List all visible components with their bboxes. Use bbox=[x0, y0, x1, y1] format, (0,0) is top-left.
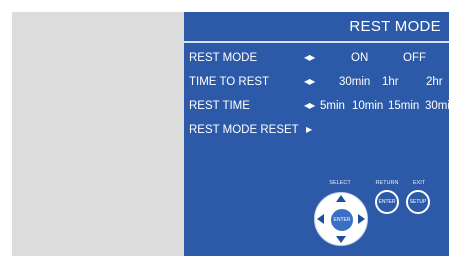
enter-button[interactable]: ENTER bbox=[330, 208, 354, 232]
return-caption: RETURN bbox=[375, 180, 399, 186]
option-30min[interactable]: 30min bbox=[339, 73, 370, 91]
option-30min[interactable]: 30mi bbox=[425, 97, 449, 115]
menu-row-rest-time[interactable]: REST TIME ◀▶ 5min 10min 15min 30mi bbox=[189, 97, 449, 115]
down-arrow-icon[interactable] bbox=[336, 236, 346, 243]
option-15min[interactable]: 15min bbox=[388, 97, 419, 115]
left-right-arrows-icon: ◀▶ bbox=[304, 53, 315, 62]
title-divider bbox=[184, 41, 449, 43]
select-caption: SELECT bbox=[329, 180, 351, 186]
option-5min[interactable]: 5min bbox=[320, 97, 345, 115]
exit-caption: EXIT bbox=[412, 180, 426, 186]
osd-title: REST MODE bbox=[349, 18, 441, 35]
menu-row-time-to-rest[interactable]: TIME TO REST ◀▶ 30min 1hr 2hr bbox=[189, 73, 449, 91]
up-arrow-icon[interactable] bbox=[336, 195, 346, 202]
menu-row-label: REST MODE bbox=[189, 52, 258, 64]
rest-mode-osd-panel: REST MODE REST MODE ◀▶ ON OFF TIME TO RE… bbox=[184, 12, 449, 256]
left-right-arrows-icon: ◀▶ bbox=[304, 101, 315, 110]
option-2hr[interactable]: 2hr bbox=[426, 73, 443, 91]
menu-row-label: REST MODE RESET bbox=[189, 124, 299, 136]
menu-row-rest-mode[interactable]: REST MODE ◀▶ ON OFF bbox=[189, 49, 449, 67]
option-on[interactable]: ON bbox=[351, 49, 368, 67]
left-right-arrows-icon: ◀▶ bbox=[304, 77, 315, 86]
right-arrow-icon[interactable] bbox=[358, 214, 365, 224]
option-10min[interactable]: 10min bbox=[352, 97, 383, 115]
left-gray-panel bbox=[12, 12, 184, 256]
option-off[interactable]: OFF bbox=[403, 49, 426, 67]
menu-row-rest-mode-reset[interactable]: REST MODE RESET ▶ bbox=[189, 121, 449, 139]
left-arrow-icon[interactable] bbox=[317, 214, 324, 224]
return-button[interactable]: ENTER bbox=[375, 190, 399, 214]
menu-row-label: REST TIME bbox=[189, 100, 250, 112]
setup-button[interactable]: SETUP bbox=[406, 190, 430, 214]
menu-row-label: TIME TO REST bbox=[189, 76, 270, 88]
option-1hr[interactable]: 1hr bbox=[382, 73, 399, 91]
dpad[interactable]: ENTER bbox=[314, 192, 368, 246]
right-arrow-icon: ▶ bbox=[306, 125, 312, 134]
remote-key-guide: SELECT RETURN EXIT ENTER ENTER SETUP bbox=[305, 180, 445, 254]
